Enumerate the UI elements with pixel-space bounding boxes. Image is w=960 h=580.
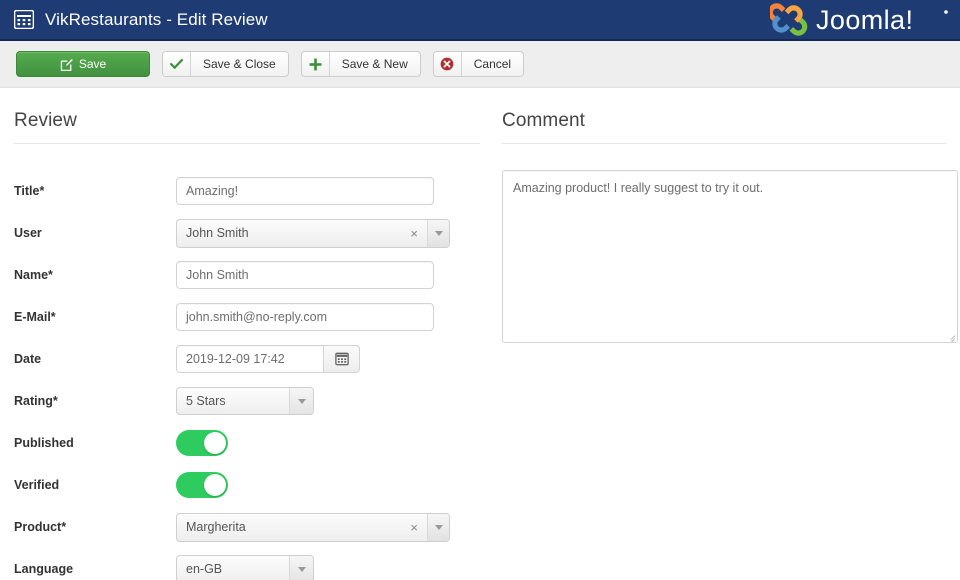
user-select[interactable]: John Smith × xyxy=(176,218,450,248)
save-button[interactable]: Save xyxy=(16,51,150,77)
date-input[interactable]: 2019-12-09 17:42 xyxy=(176,345,324,373)
save-button-label: Save xyxy=(78,57,107,71)
verified-toggle[interactable] xyxy=(176,472,228,498)
name-input[interactable]: John Smith xyxy=(176,261,434,289)
verified-label: Verified xyxy=(14,478,60,492)
plus-icon xyxy=(301,52,330,76)
close-circle-icon xyxy=(433,52,462,76)
content-area: Review Title* Amazing! User John Smith × xyxy=(0,88,960,580)
user-clear-icon[interactable]: × xyxy=(401,227,427,240)
form-row-language: Language en-GB xyxy=(14,548,480,580)
product-label: Product* xyxy=(14,520,67,534)
edit-square-icon xyxy=(60,58,73,71)
product-select[interactable]: Margherita × xyxy=(176,512,450,542)
product-select-value: Margherita xyxy=(186,520,246,534)
cancel-button-label: Cancel xyxy=(473,57,512,71)
review-form: Title* Amazing! User John Smith × Name* xyxy=(14,170,480,580)
chevron-down-icon[interactable] xyxy=(427,219,449,247)
language-select-value: en-GB xyxy=(186,562,223,576)
page-title: VikRestaurants - Edit Review xyxy=(45,9,268,29)
published-label: Published xyxy=(14,436,74,450)
cancel-button[interactable]: Cancel xyxy=(432,51,525,77)
toggle-knob xyxy=(204,432,226,454)
save-close-button-label: Save & Close xyxy=(203,57,276,71)
joomla-logo: Joomla! xyxy=(770,2,952,37)
comment-textarea-value: Amazing product! I really suggest to try… xyxy=(513,181,764,195)
review-panel: Review Title* Amazing! User John Smith × xyxy=(0,88,490,580)
resize-handle[interactable] xyxy=(945,330,956,342)
email-label: E-Mail* xyxy=(14,310,56,324)
app-header: VikRestaurants - Edit Review Joomla! xyxy=(0,0,960,41)
toggle-knob xyxy=(204,474,226,496)
comment-textarea[interactable]: Amazing product! I really suggest to try… xyxy=(502,170,958,343)
svg-text:Joomla!: Joomla! xyxy=(816,5,913,35)
comment-section-divider xyxy=(502,143,946,144)
form-row-user: User John Smith × xyxy=(14,212,480,254)
product-clear-icon[interactable]: × xyxy=(401,521,427,534)
check-icon xyxy=(163,52,191,76)
chevron-down-icon[interactable] xyxy=(289,388,313,414)
form-row-verified: Verified xyxy=(14,464,480,506)
form-row-published: Published xyxy=(14,422,480,464)
name-label: Name* xyxy=(14,268,53,282)
user-select-value: John Smith xyxy=(186,226,249,240)
chevron-down-icon[interactable] xyxy=(427,513,449,541)
chevron-down-icon[interactable] xyxy=(289,556,313,580)
form-row-rating: Rating* 5 Stars xyxy=(14,380,480,422)
toolbar: Save Save & Close Save & New Cancel xyxy=(0,41,960,88)
save-new-button[interactable]: Save & New xyxy=(300,51,421,77)
joomla-mark-icon xyxy=(770,2,808,36)
form-row-name: Name* John Smith xyxy=(14,254,480,296)
review-section-title: Review xyxy=(14,110,77,131)
calendar-icon xyxy=(334,352,349,366)
title-label: Title* xyxy=(14,184,45,198)
form-row-date: Date 2019-12-09 17:42 xyxy=(14,338,480,380)
language-select[interactable]: en-GB xyxy=(176,555,314,580)
save-close-button[interactable]: Save & Close xyxy=(162,51,289,77)
comment-section-title: Comment xyxy=(502,110,586,131)
form-row-product: Product* Margherita × xyxy=(14,506,480,548)
rating-label: Rating* xyxy=(14,394,58,408)
date-label: Date xyxy=(14,352,42,366)
user-label: User xyxy=(14,226,42,240)
published-toggle[interactable] xyxy=(176,430,228,456)
date-picker-button[interactable] xyxy=(324,345,360,373)
date-field-group: 2019-12-09 17:42 xyxy=(176,345,360,373)
joomla-wordmark: Joomla! xyxy=(816,5,913,35)
rating-select-value: 5 Stars xyxy=(186,394,226,408)
comment-panel: Comment Amazing product! I really sugges… xyxy=(490,88,960,580)
language-label: Language xyxy=(14,562,74,576)
save-new-button-label: Save & New xyxy=(341,57,408,71)
email-input[interactable]: john.smith@no-reply.com xyxy=(176,303,434,331)
title-input[interactable]: Amazing! xyxy=(176,177,434,205)
form-row-title: Title* Amazing! xyxy=(14,170,480,212)
review-section-divider xyxy=(14,143,480,144)
form-row-email: E-Mail* john.smith@no-reply.com xyxy=(14,296,480,338)
calendar-icon xyxy=(14,10,34,29)
rating-select[interactable]: 5 Stars xyxy=(176,387,314,415)
